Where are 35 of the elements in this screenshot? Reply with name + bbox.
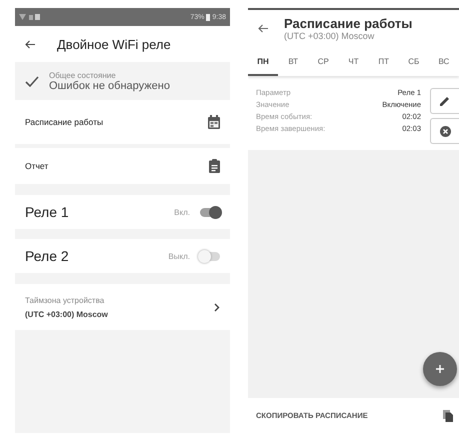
toggle-switch[interactable] [200,208,220,216]
add-button[interactable] [423,352,457,386]
menu-item[interactable]: Отчет [15,148,230,184]
back-arrow-icon[interactable] [25,40,35,48]
relay-name: Реле 2 [25,248,69,264]
checkmark-icon [25,76,39,86]
edit-button[interactable] [430,88,459,114]
clipboard-icon [209,159,220,173]
relay-name: Реле 1 [25,204,69,220]
timezone-subtitle: (UTC +03:00) Moscow [284,31,376,41]
timezone-row[interactable]: Таймзона устройства (UTC +03:00) Moscow [15,284,230,330]
copy-icon [443,410,453,422]
status-label: Общее состояние [49,70,117,80]
day-tab[interactable]: ВТ [278,50,308,76]
pencil-icon [440,96,450,106]
day-tab[interactable]: ЧТ [338,50,369,76]
chevron-right-icon [214,302,220,312]
menu-item[interactable]: Расписание работы [15,100,230,144]
plus-icon [436,365,444,373]
screen-title: Расписание работы [284,16,412,31]
screen-title: Двойное WiFi реле [57,36,171,52]
battery-icon [206,14,210,20]
day-tab[interactable]: ПТ [368,50,399,76]
status-value: Ошибок не обнаружено [49,80,170,92]
day-tab[interactable]: ВС [428,50,459,76]
day-tab[interactable]: СР [308,50,338,76]
signal-icon [19,13,41,21]
delete-button[interactable] [430,118,459,144]
close-icon [440,126,450,136]
back-arrow-icon[interactable] [258,24,268,33]
relay-status: Выкл. [168,252,190,260]
toggle-switch[interactable] [200,252,220,260]
relay-status: Вкл. [174,208,190,216]
day-tab[interactable]: СБ [398,50,429,76]
calendar-icon [208,115,220,129]
